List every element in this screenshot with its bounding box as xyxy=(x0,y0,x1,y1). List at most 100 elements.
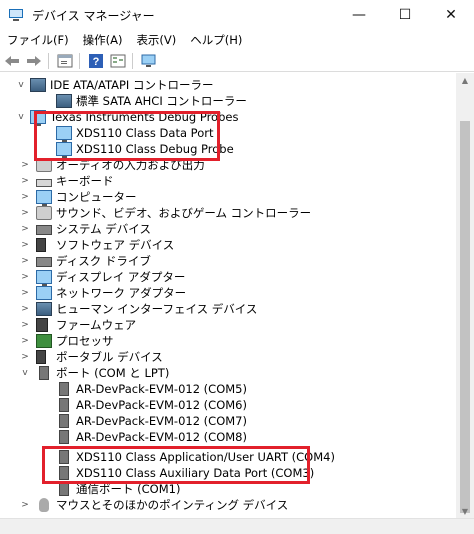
forward-arrow-icon[interactable] xyxy=(24,51,44,71)
device-view-icon[interactable] xyxy=(108,51,128,71)
toolbar-separator xyxy=(132,52,133,69)
port-icon xyxy=(59,430,69,444)
tree-item-ide[interactable]: v IDE ATA/ATAPI コントローラー xyxy=(16,77,213,93)
tree-item-processors[interactable]: > プロセッサ xyxy=(20,333,114,349)
ide-controller-icon xyxy=(56,94,72,108)
tree-item-sound-video[interactable]: > サウンド、ビデオ、およびゲーム コントローラー xyxy=(20,205,311,221)
portable-device-icon xyxy=(36,350,46,364)
tree-item-hid[interactable]: > ヒューマン インターフェイス デバイス xyxy=(20,301,257,317)
menu-help[interactable]: ヘルプ(H) xyxy=(183,30,249,50)
scan-hardware-icon[interactable] xyxy=(139,51,159,71)
tree-item-ar-devpack-com5[interactable]: AR-DevPack-EVM-012 (COM5) xyxy=(56,381,247,397)
tree-item-ar-devpack-com7[interactable]: AR-DevPack-EVM-012 (COM7) xyxy=(56,413,247,429)
disk-drive-icon xyxy=(36,257,52,267)
tree-item-system-devices[interactable]: > システム デバイス xyxy=(20,221,151,237)
tree-item-sata[interactable]: 標準 SATA AHCI コントローラー xyxy=(56,93,247,109)
tree-item-mouse[interactable]: > マウスとそのほかのポインティング デバイス xyxy=(20,497,288,513)
vertical-scrollbar[interactable]: ▲ ▼ xyxy=(456,73,474,518)
tree-item-software-devices[interactable]: > ソフトウェア デバイス xyxy=(20,237,174,253)
menu-view[interactable]: 表示(V) xyxy=(129,30,183,50)
highlight-box-debug-probes xyxy=(34,111,220,161)
port-icon xyxy=(39,366,49,380)
tree-item-label: IDE ATA/ATAPI コントローラー xyxy=(50,78,214,92)
chevron-right-icon[interactable]: > xyxy=(20,221,30,237)
close-button[interactable]: ✕ xyxy=(428,0,474,30)
scroll-down-arrow-icon[interactable]: ▼ xyxy=(456,504,474,518)
title-bar: デバイス マネージャー — ☐ ✕ xyxy=(0,0,474,30)
keyboard-icon xyxy=(36,179,52,187)
tree-item-label: 標準 SATA AHCI コントローラー xyxy=(76,94,247,108)
tree-item-display-adapters[interactable]: > ディスプレイ アダプター xyxy=(20,269,186,286)
chevron-down-icon[interactable]: v xyxy=(16,109,26,125)
chevron-down-icon[interactable]: v xyxy=(16,77,26,93)
tree-item-label: サウンド、ビデオ、およびゲーム コントローラー xyxy=(56,206,312,220)
tree-item-ar-devpack-com6[interactable]: AR-DevPack-EVM-012 (COM6) xyxy=(56,397,247,413)
tree-item-label: ポート (COM と LPT) xyxy=(56,366,170,380)
sound-icon xyxy=(36,206,52,220)
scrollbar-thumb[interactable] xyxy=(460,121,470,513)
tree-item-disk-drives[interactable]: > ディスク ドライブ xyxy=(20,253,151,269)
port-icon xyxy=(59,398,69,412)
tree-item-ar-devpack-com8[interactable]: AR-DevPack-EVM-012 (COM8) xyxy=(56,429,247,445)
chevron-right-icon[interactable]: > xyxy=(20,237,30,253)
highlight-box-xds110-ports xyxy=(42,446,310,484)
tree-item-label: ソフトウェア デバイス xyxy=(56,238,175,252)
tree-item-label: AR-DevPack-EVM-012 (COM7) xyxy=(76,414,247,428)
mouse-icon xyxy=(39,498,49,512)
tree-item-label: マウスとそのほかのポインティング デバイス xyxy=(56,498,289,512)
tree-item-label: ディスプレイ アダプター xyxy=(56,270,186,284)
chevron-right-icon[interactable]: > xyxy=(20,253,30,269)
menu-action[interactable]: 操作(A) xyxy=(76,30,130,50)
chevron-right-icon[interactable]: > xyxy=(20,189,30,205)
tree-item-label: キーボード xyxy=(56,174,114,188)
chevron-down-icon[interactable]: v xyxy=(20,365,30,381)
tree-item-label: ネットワーク アダプター xyxy=(56,286,187,300)
chevron-right-icon[interactable]: > xyxy=(20,497,30,513)
port-icon xyxy=(59,482,69,496)
toolbar: ? xyxy=(0,50,474,72)
menu-bar: ファイル(F) 操作(A) 表示(V) ヘルプ(H) xyxy=(0,30,474,50)
tree-item-label: ヒューマン インターフェイス デバイス xyxy=(56,302,258,316)
horizontal-scrollbar[interactable] xyxy=(0,518,474,534)
chevron-right-icon[interactable]: > xyxy=(20,317,30,333)
device-tree: v IDE ATA/ATAPI コントローラー 標準 SATA AHCI コント… xyxy=(0,73,456,518)
tree-item-label: ファームウェア xyxy=(56,318,137,332)
tree-item-label: ディスク ドライブ xyxy=(56,254,151,268)
tree-item-label: AR-DevPack-EVM-012 (COM8) xyxy=(76,430,247,444)
tree-item-keyboard[interactable]: > キーボード xyxy=(20,173,114,189)
toolbar-separator xyxy=(79,52,80,69)
chevron-right-icon[interactable]: > xyxy=(20,301,30,317)
back-arrow-icon[interactable] xyxy=(2,51,22,71)
display-adapter-icon xyxy=(36,270,52,286)
menu-file[interactable]: ファイル(F) xyxy=(0,30,76,50)
chevron-right-icon[interactable]: > xyxy=(20,173,30,189)
tree-item-label: コンピューター xyxy=(56,190,137,204)
system-device-icon xyxy=(36,225,52,235)
chevron-right-icon[interactable]: > xyxy=(20,333,30,349)
port-icon xyxy=(59,382,69,396)
tree-item-portable-devices[interactable]: > ポータブル デバイス xyxy=(20,349,163,365)
help-icon[interactable]: ? xyxy=(86,51,106,71)
chevron-right-icon[interactable]: > xyxy=(20,157,30,173)
minimize-button[interactable]: — xyxy=(336,0,382,30)
properties-icon[interactable] xyxy=(55,51,75,71)
scroll-up-arrow-icon[interactable]: ▲ xyxy=(456,73,474,87)
processor-icon xyxy=(36,334,52,348)
tree-item-label: ポータブル デバイス xyxy=(56,350,163,364)
tree-item-label: AR-DevPack-EVM-012 (COM6) xyxy=(76,398,247,412)
computer-icon xyxy=(36,190,52,206)
tree-item-label: システム デバイス xyxy=(56,222,151,236)
device-manager-icon xyxy=(8,7,24,23)
tree-item-network-adapters[interactable]: > ネットワーク アダプター xyxy=(20,285,186,301)
chevron-right-icon[interactable]: > xyxy=(20,285,30,301)
toolbar-separator xyxy=(48,52,49,69)
chevron-right-icon[interactable]: > xyxy=(20,349,30,365)
maximize-button[interactable]: ☐ xyxy=(382,0,428,30)
tree-item-label: プロセッサ xyxy=(56,334,114,348)
tree-item-computer[interactable]: > コンピューター xyxy=(20,189,137,206)
tree-item-label: AR-DevPack-EVM-012 (COM5) xyxy=(76,382,247,396)
chevron-right-icon[interactable]: > xyxy=(20,205,30,221)
tree-item-firmware[interactable]: > ファームウェア xyxy=(20,317,136,333)
tree-item-ports[interactable]: v ポート (COM と LPT) xyxy=(20,365,169,381)
chevron-right-icon[interactable]: > xyxy=(20,269,30,285)
